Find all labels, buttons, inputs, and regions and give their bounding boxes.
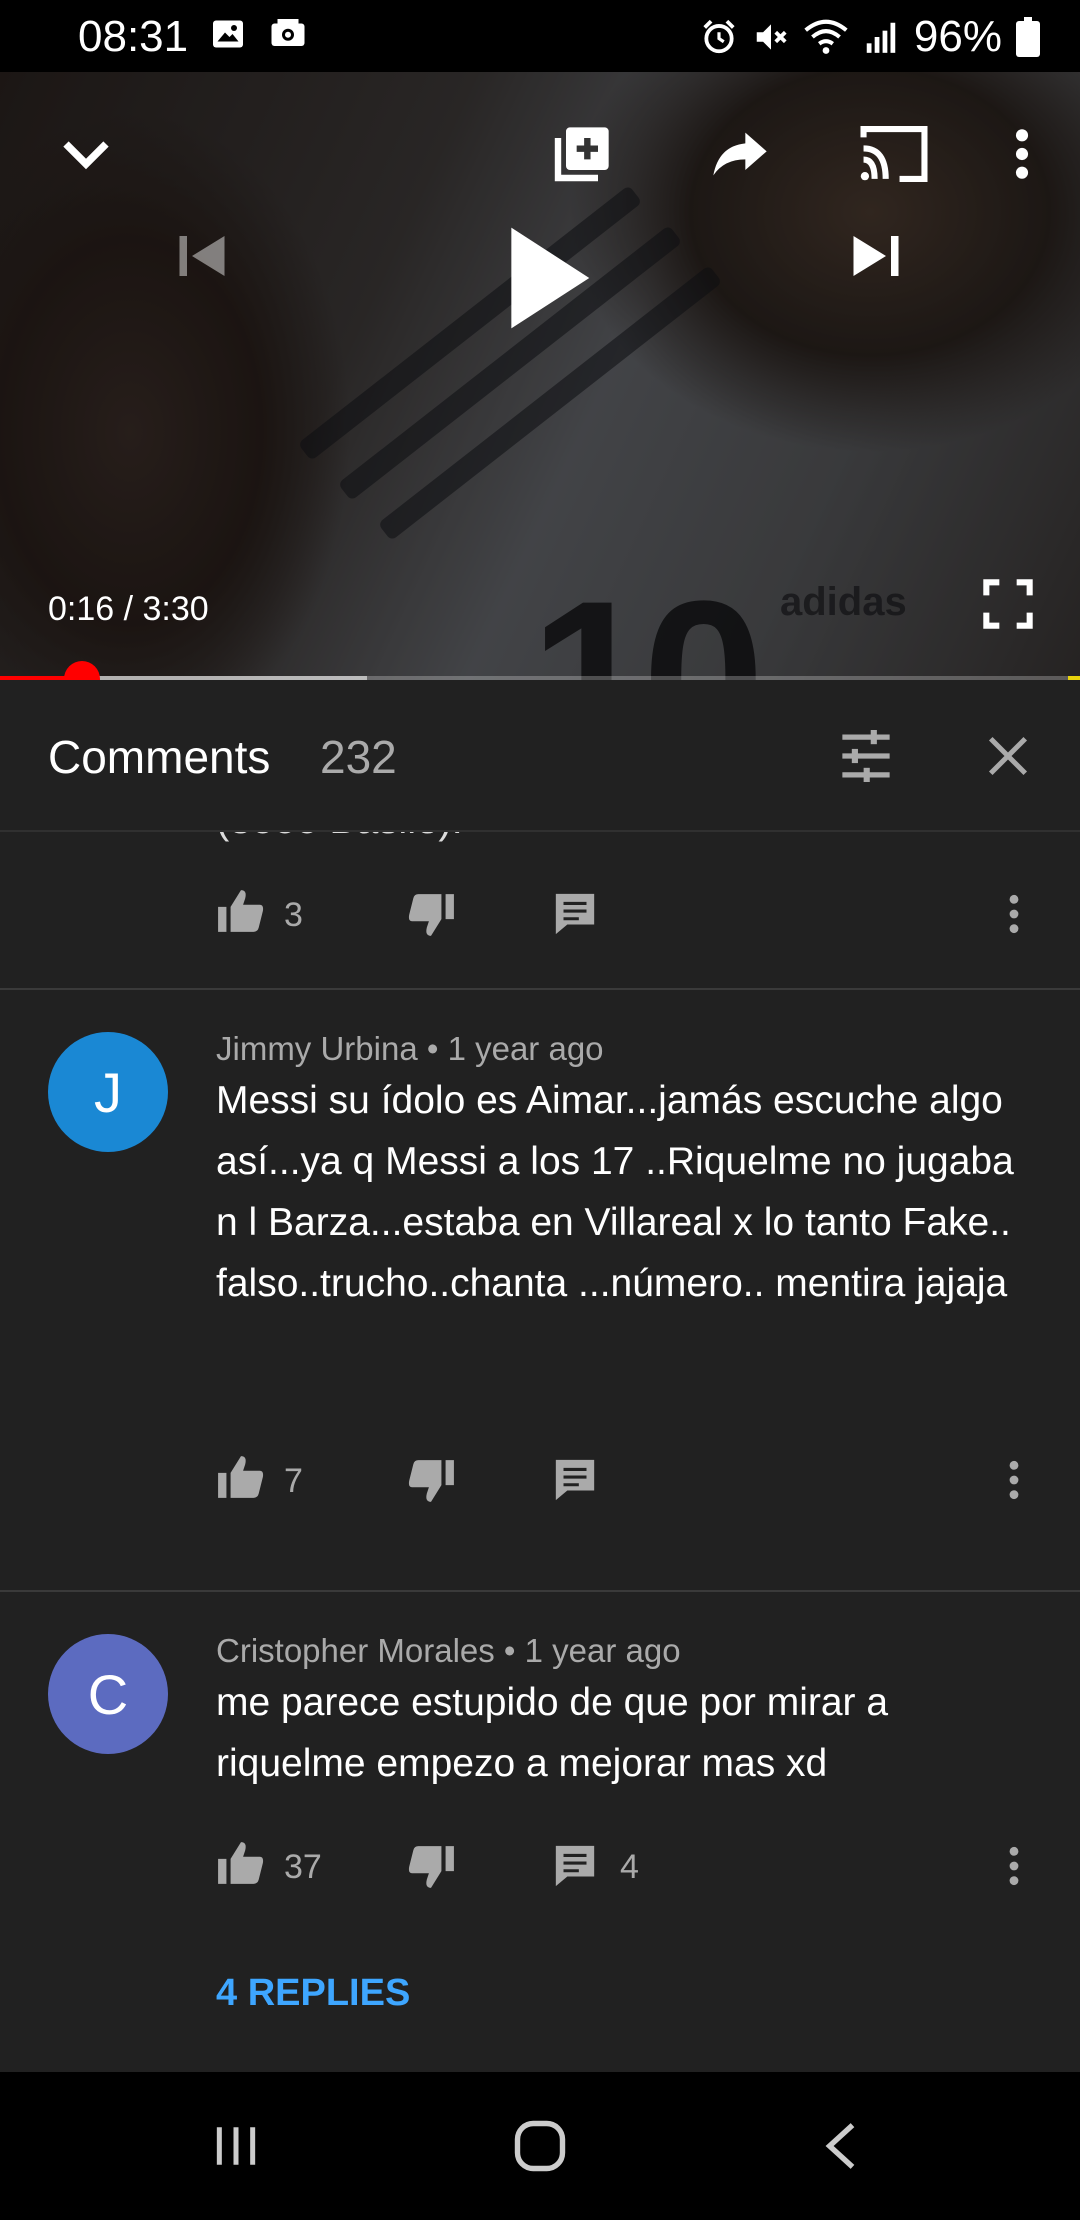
thumbs-down-icon <box>408 894 454 936</box>
comment-text-partial: (3ooo Basile). <box>216 832 463 843</box>
more-vertical-icon <box>1009 1846 1019 1886</box>
recents-icon <box>216 2127 256 2165</box>
status-notification-icons <box>210 16 308 52</box>
like-count: 37 <box>284 1848 322 1886</box>
next-button[interactable] <box>834 214 918 298</box>
avatar[interactable]: C <box>48 1634 168 1754</box>
more-options-button[interactable] <box>990 112 1054 196</box>
dislike-button[interactable] <box>406 1456 456 1511</box>
thumbs-down-icon <box>408 1846 454 1888</box>
comment-meta: Cristopher Morales • 1 year ago <box>216 1632 681 1669</box>
dislike-button[interactable] <box>406 1842 456 1897</box>
avatar[interactable]: J <box>48 1032 168 1152</box>
divider <box>0 1590 1080 1592</box>
reply-comment-icon <box>555 1459 595 1501</box>
add-to-playlist-button[interactable] <box>538 110 626 198</box>
comment-more-button[interactable] <box>1008 1458 1020 1507</box>
home-button[interactable] <box>500 2108 580 2184</box>
divider <box>0 988 1080 990</box>
comment-text: me parece estupido de que por mirar a ri… <box>216 1681 889 1785</box>
close-icon <box>988 736 1028 776</box>
signal-icon <box>866 22 896 53</box>
comment-actions: 37 4 <box>216 1838 1056 1898</box>
add-to-playlist-icon <box>554 127 609 182</box>
comment-actions: 3 <box>216 886 1056 946</box>
status-time: 08:31 <box>78 12 189 61</box>
comment-text: Messi su ídolo es Aimar...jamás escuche … <box>216 1079 1014 1305</box>
chevron-down-icon <box>63 141 109 170</box>
collapse-button[interactable] <box>44 112 128 196</box>
comments-count: 232 <box>320 731 397 783</box>
battery-icon <box>1016 17 1040 57</box>
like-button[interactable] <box>216 886 266 941</box>
alarm-icon <box>703 19 735 54</box>
more-vertical-icon <box>1009 894 1019 934</box>
navigation-bar <box>0 2072 1080 2220</box>
thumbs-down-icon <box>408 1460 454 1502</box>
fullscreen-button[interactable] <box>970 566 1046 642</box>
share-icon <box>713 132 767 176</box>
reply-button[interactable] <box>552 1456 598 1507</box>
recents-button[interactable] <box>196 2108 276 2184</box>
comments-title: Comments <box>48 731 271 783</box>
cast-button[interactable] <box>848 108 940 200</box>
status-bar: 08:31 96% <box>0 0 1080 72</box>
comment-meta: Jimmy Urbina • 1 year ago <box>216 1030 604 1067</box>
battery-percent: 96% <box>913 12 1002 61</box>
thumbs-up-icon <box>218 890 264 932</box>
home-icon <box>514 2120 566 2172</box>
back-button[interactable] <box>800 2108 880 2184</box>
sort-filter-icon <box>842 730 890 782</box>
status-system-icons: 96% <box>700 12 1040 62</box>
share-button[interactable] <box>696 110 784 198</box>
thumbs-up-icon <box>218 1456 264 1498</box>
more-vertical-icon <box>1009 1460 1019 1500</box>
comments-list[interactable]: (3ooo Basile). 3 J Jimmy Urbina • 1 year… <box>0 832 1080 2072</box>
reply-comment-icon <box>555 1845 595 1887</box>
previous-button[interactable] <box>160 214 244 298</box>
comment-actions: 7 <box>216 1452 1056 1512</box>
reply-button[interactable] <box>552 890 598 941</box>
next-icon <box>853 236 899 276</box>
comment-more-button[interactable] <box>1008 1844 1020 1893</box>
cast-icon <box>860 126 928 182</box>
previous-icon <box>179 236 225 276</box>
media-icon <box>271 19 305 46</box>
image-icon <box>213 20 243 48</box>
play-icon <box>511 227 590 329</box>
comments-header: Comments 232 <box>0 680 1080 832</box>
like-count: 3 <box>284 896 303 934</box>
back-icon <box>825 2123 855 2169</box>
like-button[interactable] <box>216 1838 266 1893</box>
video-player[interactable]: 10 adidas 0:16 / 3:30 <box>0 72 1080 680</box>
view-replies-link[interactable]: 4 REPLIES <box>216 1972 410 2015</box>
like-count: 7 <box>284 1462 303 1500</box>
thumbs-up-icon <box>218 1842 264 1884</box>
mute-icon <box>756 24 787 50</box>
sort-comments-button[interactable] <box>828 718 904 794</box>
wifi-icon <box>804 19 848 54</box>
like-button[interactable] <box>216 1452 266 1507</box>
comment-more-button[interactable] <box>1008 892 1020 941</box>
reply-button[interactable] <box>552 1842 598 1893</box>
close-comments-button[interactable] <box>970 718 1046 794</box>
reply-comment-icon <box>555 893 595 935</box>
play-button[interactable] <box>484 214 612 342</box>
fullscreen-icon <box>983 579 1033 629</box>
time-display: 0:16 / 3:30 <box>48 590 209 628</box>
dislike-button[interactable] <box>406 890 456 945</box>
more-vertical-icon <box>1015 129 1029 179</box>
reply-count: 4 <box>620 1848 639 1886</box>
